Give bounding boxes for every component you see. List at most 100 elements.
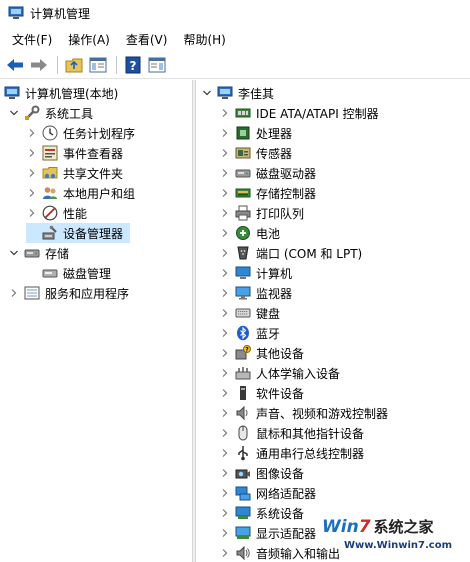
title-bar: 计算机管理 [0, 0, 470, 26]
chevron-right-icon[interactable] [219, 427, 231, 439]
forward-button[interactable] [28, 54, 50, 76]
device-category[interactable]: 监视器 [219, 283, 292, 303]
tree-item-system-tools[interactable]: 系统工具 [8, 103, 93, 123]
watermark-brand: Win7 系统之家 [322, 516, 434, 537]
tree-item-services-applications[interactable]: 服务和应用程序 [8, 283, 129, 303]
device-category[interactable]: 处理器 [219, 123, 292, 143]
menu-action[interactable]: 操作(A) [62, 31, 116, 48]
tree-item-event-viewer[interactable]: 事件查看器 [26, 143, 123, 163]
device-category-label: 处理器 [256, 126, 293, 141]
chevron-right-icon[interactable] [219, 387, 231, 399]
chevron-right-icon[interactable] [26, 167, 38, 179]
chevron-right-icon[interactable] [219, 407, 231, 419]
shared-folder-icon [42, 165, 58, 181]
back-button[interactable] [4, 54, 26, 76]
chevron-right-icon[interactable] [219, 187, 231, 199]
tree-item-device-manager[interactable]: 设备管理器 [26, 223, 130, 243]
device-category[interactable]: 计算机 [219, 263, 292, 283]
disk-drive-icon [235, 165, 251, 181]
chevron-right-icon[interactable] [219, 207, 231, 219]
chevron-right-icon[interactable] [219, 107, 231, 119]
device-category[interactable]: 通用串行总线控制器 [219, 443, 364, 463]
chevron-right-icon[interactable] [219, 307, 231, 319]
chevron-right-icon[interactable] [26, 127, 38, 139]
device-root[interactable]: 李佳其 [201, 83, 274, 103]
device-category-label: IDE ATA/ATAPI 控制器 [256, 106, 379, 121]
tree-item-label: 共享文件夹 [63, 166, 124, 181]
chevron-right-icon[interactable] [219, 547, 231, 559]
device-category[interactable]: IDE ATA/ATAPI 控制器 [219, 103, 379, 123]
device-category-label: 软件设备 [256, 386, 305, 401]
device-category[interactable]: 蓝牙 [219, 323, 280, 343]
tree-item-label: 磁盘管理 [63, 266, 112, 281]
device-category[interactable]: 打印队列 [219, 203, 304, 223]
chevron-right-icon[interactable] [219, 447, 231, 459]
chevron-right-icon[interactable] [219, 247, 231, 259]
device-category[interactable]: ? 其他设备 [219, 343, 304, 363]
system-device-icon [235, 505, 251, 521]
device-category[interactable]: 显示适配器 [219, 523, 316, 543]
pane-splitter[interactable] [193, 80, 196, 562]
show-action-pane-button[interactable] [146, 54, 168, 76]
menu-file[interactable]: 文件(F) [6, 31, 58, 48]
tree-item-storage[interactable]: 存储 [8, 243, 69, 263]
device-category[interactable]: 磁盘驱动器 [219, 163, 316, 183]
tree-item-label: 本地用户和组 [63, 186, 136, 201]
menu-view[interactable]: 查看(V) [120, 31, 174, 48]
chevron-right-icon[interactable] [26, 187, 38, 199]
device-category[interactable]: 图像设备 [219, 463, 304, 483]
watermark-logo: Win7 系统之家 Www.Winwin7.com [318, 510, 468, 560]
tree-item-task-scheduler[interactable]: 任务计划程序 [26, 123, 135, 143]
chevron-right-icon[interactable] [219, 467, 231, 479]
svg-text:?: ? [130, 59, 137, 73]
tools-icon [24, 105, 40, 121]
help-button[interactable]: ? [122, 54, 144, 76]
chevron-right-icon[interactable] [219, 227, 231, 239]
device-category[interactable]: 人体学输入设备 [219, 363, 340, 383]
chevron-right-icon[interactable] [219, 347, 231, 359]
up-folder-button[interactable] [63, 54, 85, 76]
device-category-label: 监视器 [256, 286, 293, 301]
device-category[interactable]: 端口 (COM 和 LPT) [219, 243, 362, 263]
chevron-right-icon[interactable] [219, 527, 231, 539]
device-category-label: 磁盘驱动器 [256, 166, 317, 181]
chevron-right-icon[interactable] [26, 147, 38, 159]
show-hide-console-tree-button[interactable] [87, 54, 109, 76]
chevron-right-icon[interactable] [26, 207, 38, 219]
tree-item-shared-folders[interactable]: 共享文件夹 [26, 163, 123, 183]
device-category[interactable]: 存储控制器 [219, 183, 316, 203]
device-category[interactable]: 声音、视频和游戏控制器 [219, 403, 388, 423]
device-category[interactable]: 键盘 [219, 303, 280, 323]
device-category[interactable]: 传感器 [219, 143, 292, 163]
chevron-down-icon[interactable] [8, 247, 20, 259]
device-category[interactable]: 系统设备 [219, 503, 304, 523]
tree-item-disk-management[interactable]: 磁盘管理 [26, 263, 111, 283]
battery-icon [235, 225, 251, 241]
chevron-right-icon[interactable] [219, 127, 231, 139]
sensor-icon [235, 145, 251, 161]
chevron-right-icon[interactable] [219, 167, 231, 179]
chevron-down-icon[interactable] [8, 107, 20, 119]
chevron-right-icon[interactable] [219, 287, 231, 299]
device-category[interactable]: 鼠标和其他指针设备 [219, 423, 364, 443]
device-category[interactable]: 软件设备 [219, 383, 304, 403]
device-category[interactable]: 网络适配器 [219, 483, 316, 503]
device-category[interactable]: 电池 [219, 223, 280, 243]
bluetooth-icon [235, 325, 251, 341]
tree-item-local-users-groups[interactable]: 本地用户和组 [26, 183, 135, 203]
chevron-right-icon[interactable] [219, 507, 231, 519]
tree-item-root[interactable]: 计算机管理(本地) [4, 83, 118, 103]
chevron-right-icon[interactable] [219, 327, 231, 339]
device-category-label: 端口 (COM 和 LPT) [256, 246, 363, 261]
chevron-right-icon[interactable] [219, 367, 231, 379]
menu-help[interactable]: 帮助(H) [177, 31, 231, 48]
chevron-right-icon[interactable] [219, 487, 231, 499]
tree-item-label: 任务计划程序 [63, 126, 136, 141]
processor-icon [235, 125, 251, 141]
chevron-right-icon[interactable] [219, 147, 231, 159]
chevron-right-icon[interactable] [8, 287, 20, 299]
monitor-icon [235, 285, 251, 301]
chevron-right-icon[interactable] [219, 267, 231, 279]
tree-item-performance[interactable]: 性能 [26, 203, 87, 223]
chevron-down-icon[interactable] [201, 87, 213, 99]
